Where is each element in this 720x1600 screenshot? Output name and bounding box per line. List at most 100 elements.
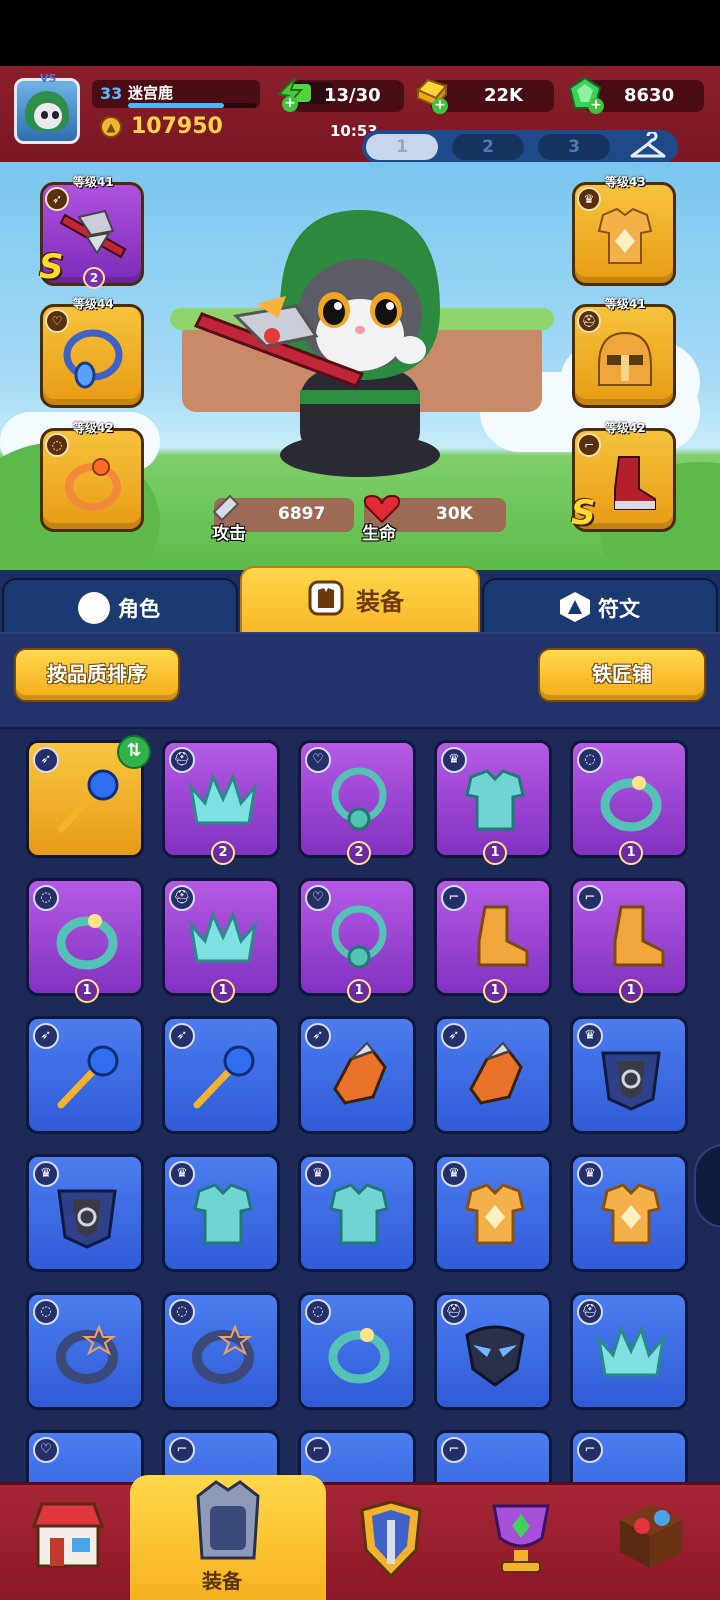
preset-tab-2[interactable]: 2: [452, 134, 524, 160]
xp-fill: [128, 103, 224, 108]
inventory-item-cloak[interactable]: ♛: [570, 1016, 688, 1134]
inventory-item-claw[interactable]: ➶: [298, 1016, 416, 1134]
inventory-item-boots[interactable]: ⌐ 1: [434, 878, 552, 1003]
shield-sword-icon[interactable]: [356, 1500, 426, 1580]
inventory-item-staff[interactable]: ➶: [26, 1016, 144, 1134]
energy-value: 13/30: [324, 85, 381, 106]
gold-plus-icon[interactable]: +: [432, 98, 448, 114]
teal-chestplate-icon: [193, 1183, 253, 1245]
gem-plus-icon[interactable]: +: [588, 98, 604, 114]
sort-by-quality-button[interactable]: 按品质排序: [14, 648, 180, 702]
slot-level: 等级41: [73, 175, 114, 189]
claw-gauntlet-icon: [469, 1041, 523, 1105]
nav-equipment-label: 装备: [202, 1569, 242, 1593]
slot-level: 等级42: [605, 421, 646, 435]
inventory-item-chestplate[interactable]: ♛: [298, 1154, 416, 1272]
attack-label: 攻击: [212, 524, 246, 544]
inventory-item-mask[interactable]: ⛑: [434, 1292, 552, 1410]
inventory-item-necklace[interactable]: ♡ 2: [298, 740, 416, 865]
item-count-badge: 2: [211, 841, 235, 865]
inventory-item-cloak[interactable]: ♛: [26, 1154, 144, 1272]
preset-tab-1[interactable]: 1: [366, 134, 438, 160]
inventory-item-crown[interactable]: ⛑ 1: [162, 878, 280, 1003]
inventory-item-claw[interactable]: ➶: [434, 1016, 552, 1134]
upgrade-count-badge: 2: [83, 267, 105, 289]
chest-armor-icon: [597, 207, 653, 264]
equip-slot-helmet[interactable]: 等级41 ⛑: [572, 297, 676, 408]
hp-value: 30K: [436, 504, 473, 524]
inventory-item-ring[interactable]: ◌: [162, 1292, 280, 1410]
dark-ring-icon: [192, 1324, 254, 1384]
blacksmith-button[interactable]: 铁匠铺: [538, 648, 706, 702]
inventory-item-gold-armor[interactable]: ♛: [570, 1154, 688, 1272]
boots-item-icon: [614, 456, 656, 510]
inventory-item-ring[interactable]: ◌: [298, 1292, 416, 1410]
orange-boots-icon: [613, 905, 665, 967]
boots-icon: ⌐: [169, 1437, 195, 1463]
inventory-item-ring[interactable]: ◌ 1: [570, 740, 688, 865]
blue-orb-staff-icon: [193, 1045, 255, 1109]
mask-icon: [465, 1325, 525, 1387]
inventory-item-ring[interactable]: ◌ 1: [26, 878, 144, 1003]
power-value: 107950: [131, 114, 223, 139]
crown-icon: [188, 910, 258, 963]
player-level: 33: [100, 84, 123, 103]
vs-tag: VS: [40, 72, 57, 85]
hanger-icon[interactable]: [628, 132, 668, 162]
blue-orb-staff-icon: [57, 1045, 119, 1109]
divider: [0, 727, 720, 729]
helmet-item-icon: [598, 331, 652, 386]
swap-icon[interactable]: ⇅: [117, 735, 151, 769]
hp-label: 生命: [362, 524, 396, 544]
equip-slot-armor[interactable]: 等级43 ♛: [572, 175, 676, 286]
rune-icon: [560, 592, 590, 622]
map-puzzle-icon[interactable]: [612, 1500, 688, 1572]
tab-runes-label: 符文: [598, 597, 640, 621]
armor-nav-icon: [196, 1480, 260, 1560]
inventory-item-boots[interactable]: ⌐ 1: [570, 878, 688, 1003]
inventory-item-gold-armor[interactable]: ♛: [434, 1154, 552, 1272]
slot-level: 等级42: [73, 421, 114, 435]
equip-slot-boots[interactable]: 等级42 ⌐ S: [571, 421, 676, 533]
game-screen: { "player": { "level": "33", "name": "迷宫…: [0, 0, 720, 1600]
inventory-item-ring[interactable]: ◌: [26, 1292, 144, 1410]
teal-chestplate-icon: [465, 769, 525, 831]
item-count-badge: 1: [619, 979, 643, 1003]
item-count-badge: 1: [619, 841, 643, 865]
amulet-icon: ♡: [33, 1437, 59, 1463]
energy-plus-icon[interactable]: +: [282, 96, 298, 112]
teal-ring-icon: [328, 1328, 390, 1384]
trophy-icon[interactable]: [486, 1498, 556, 1578]
preset-tab-3[interactable]: 3: [538, 134, 610, 160]
teal-ring-icon: [600, 776, 662, 832]
gold-value: 22K: [484, 85, 523, 106]
blue-orb-staff-icon: [57, 769, 119, 833]
inventory-item-chestplate[interactable]: ♛: [162, 1154, 280, 1272]
boots-icon: ⌐: [441, 1437, 467, 1463]
inventory-item-crown[interactable]: ⛑: [570, 1292, 688, 1410]
gem-value: 8630: [624, 85, 675, 106]
item-count-badge: 1: [347, 979, 371, 1003]
teal-necklace-icon: [331, 905, 387, 969]
teal-ring-icon: [56, 914, 118, 970]
crossbow-weapon: [193, 296, 365, 388]
character-face-icon: [78, 592, 110, 624]
boots-icon: ⌐: [305, 1437, 331, 1463]
inventory-item-necklace[interactable]: ♡ 1: [298, 878, 416, 1003]
equip-slot-necklace[interactable]: 等级44 ♡: [40, 297, 144, 408]
tab-equipment-label: 装备: [356, 588, 404, 616]
item-count-badge: 1: [75, 979, 99, 1003]
inventory-item-staff[interactable]: ➶: [162, 1016, 280, 1134]
equip-slot-weapon[interactable]: 等级41 ➶ S 2: [39, 175, 144, 289]
inventory-item-chestplate[interactable]: ♛ 1: [434, 740, 552, 865]
inventory-item-staff[interactable]: ➶ ⇅: [26, 735, 151, 858]
orange-boots-icon: [477, 905, 529, 967]
ring-item-icon: [65, 458, 121, 511]
inventory-item-crown[interactable]: ⛑ 2: [162, 740, 280, 865]
shop-icon[interactable]: [30, 1498, 106, 1570]
dark-ring-icon: [56, 1324, 118, 1384]
player-avatar[interactable]: [14, 78, 80, 144]
dark-cloak-icon: [57, 1189, 117, 1249]
equip-slot-ring[interactable]: 等级42 ◌: [40, 421, 144, 532]
teal-chestplate-icon: [329, 1183, 389, 1245]
